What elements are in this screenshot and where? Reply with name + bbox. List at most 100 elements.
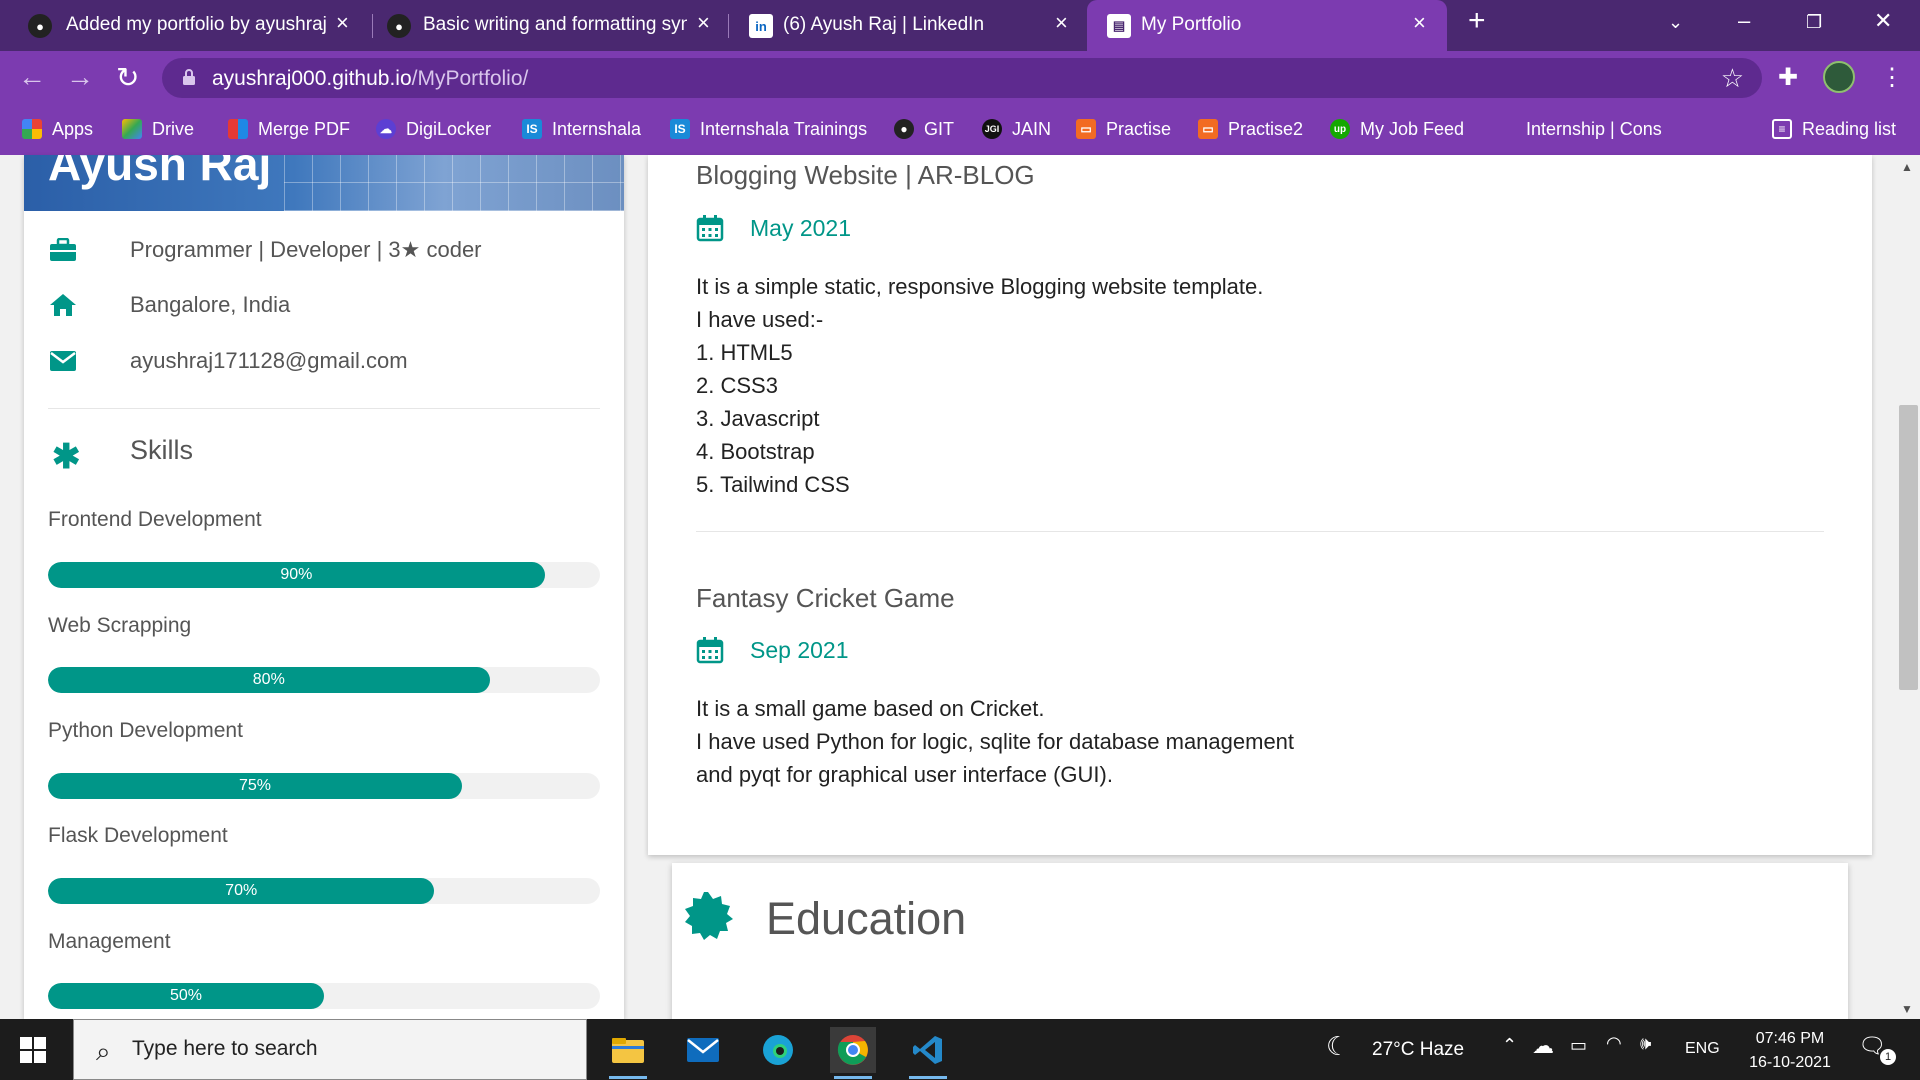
bookmark-star-icon[interactable]: ☆ bbox=[1721, 63, 1744, 94]
bookmark-merge-pdf[interactable]: Merge PDF bbox=[228, 116, 350, 142]
notification-count-badge: 1 bbox=[1880, 1049, 1896, 1065]
bookmark-apps[interactable]: Apps bbox=[22, 116, 93, 142]
project-date-text: Sep 2021 bbox=[750, 636, 849, 663]
upwork-icon: up bbox=[1330, 119, 1350, 139]
bookmark-practise2[interactable]: ▭ Practise2 bbox=[1198, 116, 1303, 142]
bookmark-label: Practise2 bbox=[1228, 118, 1304, 139]
reading-list-button[interactable]: ≡ Reading list bbox=[1772, 116, 1896, 142]
profile-location: Bangalore, India bbox=[130, 292, 291, 317]
apps-grid-icon bbox=[22, 119, 42, 139]
internshala-icon: IS bbox=[670, 119, 690, 139]
weather-moon-icon[interactable]: ☾ bbox=[1326, 1031, 1349, 1062]
bookmark-my-job-feed[interactable]: up My Job Feed bbox=[1330, 116, 1464, 142]
location-row: Bangalore, India bbox=[48, 290, 290, 320]
calendar-icon bbox=[696, 637, 724, 664]
project-description-line: 2. CSS3 bbox=[696, 373, 778, 398]
skill-label: Python Development bbox=[48, 719, 243, 742]
hero-pattern bbox=[284, 155, 624, 211]
back-icon[interactable]: ← bbox=[18, 61, 46, 93]
skills-heading: ✱ Skills bbox=[52, 435, 193, 477]
bookmarks-bar: Apps Drive Merge PDF ☁ DigiLocker IS Inter… bbox=[0, 104, 1920, 155]
close-icon[interactable]: × bbox=[697, 10, 710, 36]
bookmark-digilocker[interactable]: ☁ DigiLocker bbox=[376, 116, 491, 142]
extensions-icon[interactable]: ✚ bbox=[1778, 63, 1798, 92]
minimize-icon[interactable]: – bbox=[1738, 8, 1750, 34]
bookmark-jain[interactable]: JGI JAIN bbox=[982, 116, 1051, 142]
reload-icon[interactable]: ↻ bbox=[116, 61, 139, 94]
system-clock[interactable]: 07:46 PM 16-10-2021 bbox=[1740, 1027, 1840, 1075]
bookmark-git[interactable]: ● GIT bbox=[894, 116, 954, 142]
clock-time: 07:46 PM bbox=[1755, 1030, 1825, 1047]
weather-text[interactable]: 27°C Haze bbox=[1372, 1039, 1464, 1061]
bookmark-internshala[interactable]: IS Internshala bbox=[522, 116, 641, 142]
practise-icon: ▭ bbox=[1198, 119, 1218, 139]
skill-label: Management bbox=[48, 930, 171, 953]
scroll-down-arrow-icon[interactable]: ▼ bbox=[1901, 1002, 1913, 1016]
edge-icon[interactable] bbox=[755, 1027, 801, 1073]
file-explorer-icon[interactable] bbox=[605, 1027, 651, 1079]
skill-label: Flask Development bbox=[48, 824, 228, 847]
vscode-icon[interactable] bbox=[905, 1027, 951, 1079]
project-date: Sep 2021 bbox=[696, 635, 848, 665]
bookmark-internshala-trainings[interactable]: IS Internshala Trainings bbox=[670, 116, 867, 142]
bookmark-internship-cons[interactable]: Internship | Cons bbox=[1526, 116, 1662, 142]
restore-icon[interactable]: ❐ bbox=[1806, 12, 1822, 33]
mail-icon[interactable] bbox=[680, 1027, 726, 1073]
volume-icon[interactable]: 🕪 bbox=[1640, 1033, 1651, 1054]
tab-github-portfolio[interactable]: ● Added my portfolio by ayushraj0 × bbox=[0, 0, 372, 51]
chevron-up-icon[interactable]: ⌃ bbox=[1502, 1035, 1517, 1056]
bookmark-label: Internshala bbox=[552, 118, 642, 139]
skill-label: Web Scrapping bbox=[48, 614, 192, 637]
close-icon[interactable]: × bbox=[1413, 10, 1426, 36]
practise-icon: ▭ bbox=[1076, 119, 1096, 139]
skill-progress-fill: 90% bbox=[48, 562, 545, 588]
education-heading: Education bbox=[766, 893, 967, 944]
address-bar[interactable]: ayushraj000.github.io/MyPortfolio/ ☆ bbox=[162, 58, 1762, 98]
tab-title: My Portfolio bbox=[1141, 14, 1242, 35]
taskbar-search-box[interactable]: ⌕ Type here to search bbox=[73, 1019, 587, 1080]
close-window-icon[interactable]: ✕ bbox=[1874, 8, 1892, 34]
close-icon[interactable]: × bbox=[1055, 10, 1068, 36]
reading-list-icon: ≡ bbox=[1772, 119, 1792, 139]
bookmark-drive[interactable]: Drive bbox=[122, 116, 194, 142]
windows-start-icon[interactable] bbox=[20, 1037, 46, 1063]
jain-icon: JGI bbox=[982, 119, 1002, 139]
clock-date: 16-10-2021 bbox=[1749, 1054, 1831, 1071]
project-description-line: 4. Bootstrap bbox=[696, 439, 815, 464]
skill-progress-track: 75% bbox=[48, 773, 600, 799]
bookmark-label: JAIN bbox=[1012, 118, 1052, 139]
skill-progress-fill: 80% bbox=[48, 667, 490, 693]
profile-role: Programmer | Developer | 3★ coder bbox=[130, 237, 482, 262]
scroll-up-arrow-icon[interactable]: ▲ bbox=[1901, 160, 1913, 174]
tab-my-portfolio[interactable]: ▤ My Portfolio × bbox=[1087, 0, 1447, 51]
bookmark-label: Drive bbox=[152, 118, 195, 139]
chrome-icon[interactable] bbox=[830, 1027, 876, 1079]
digilocker-icon: ☁ bbox=[376, 119, 396, 139]
calendar-icon bbox=[696, 215, 724, 242]
forward-icon[interactable]: → bbox=[66, 61, 94, 93]
battery-icon[interactable]: ▭ bbox=[1570, 1035, 1587, 1056]
project-description-line: and pyqt for graphical user interface (G… bbox=[696, 762, 1113, 787]
project-description-line: I have used Python for logic, sqlite for… bbox=[696, 729, 1295, 754]
gear-badge-icon bbox=[685, 892, 733, 940]
close-icon[interactable]: × bbox=[336, 10, 349, 36]
tab-linkedin[interactable]: in (6) Ayush Raj | LinkedIn × bbox=[729, 0, 1087, 51]
wifi-icon[interactable]: ◠ bbox=[1606, 1033, 1622, 1054]
search-placeholder: Type here to search bbox=[132, 1037, 318, 1060]
url-text[interactable]: ayushraj000.github.io/MyPortfolio/ bbox=[212, 67, 528, 91]
tab-search-icon[interactable]: ⌄ bbox=[1668, 12, 1683, 33]
bookmark-label: DigiLocker bbox=[406, 118, 492, 139]
language-indicator[interactable]: ENG bbox=[1685, 1040, 1720, 1058]
bookmark-practise[interactable]: ▭ Practise bbox=[1076, 116, 1171, 142]
profile-avatar[interactable] bbox=[1823, 61, 1855, 93]
scrollbar-thumb[interactable] bbox=[1899, 405, 1918, 690]
tab-github-formatting[interactable]: ● Basic writing and formatting synt × bbox=[373, 0, 728, 51]
onedrive-cloud-icon[interactable]: ☁ bbox=[1532, 1033, 1554, 1059]
tab-title: Basic writing and formatting synt bbox=[423, 14, 687, 35]
email-row: ayushraj171128@gmail.com bbox=[48, 346, 408, 376]
menu-icon[interactable]: ⋮ bbox=[1880, 63, 1904, 92]
project-description-line: It is a small game based on Cricket. bbox=[696, 696, 1045, 721]
project-date: May 2021 bbox=[696, 213, 851, 243]
new-tab-button[interactable]: + bbox=[1468, 4, 1486, 38]
project-description-line: 3. Javascript bbox=[696, 406, 820, 431]
